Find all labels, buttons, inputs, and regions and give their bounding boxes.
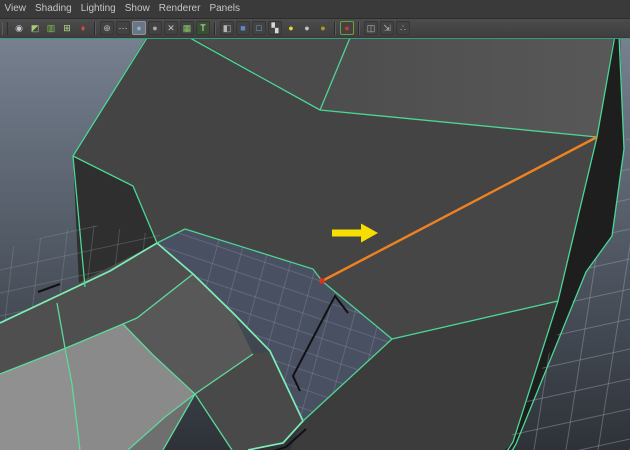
checker-icon-glyph: ▚ — [272, 21, 279, 35]
duplicate-icon[interactable]: ⇲ — [380, 21, 394, 35]
poly-cube-icon-glyph: ◫ — [367, 21, 376, 35]
key-icon[interactable]: ♦ — [76, 21, 90, 35]
viewport-toolbar: ◉ ◩ ▥ ⊞ ♦ ⊕ ⋯ ● ● ✕ ▦ T ◧ ■ □ ▚ ● ● ● ● ◫ ⇲ ∴ — [0, 19, 630, 37]
wire-cube-icon[interactable]: □ — [252, 21, 266, 35]
checker-icon[interactable]: ▚ — [268, 21, 282, 35]
menu-shading[interactable]: Shading — [31, 0, 77, 18]
viewport-canvas[interactable] — [0, 38, 630, 450]
shaded-icon[interactable]: ● — [132, 21, 146, 35]
select-camera-icon-glyph: ◩ — [31, 21, 40, 35]
wire-cube-icon-glyph: □ — [256, 21, 261, 35]
shaded-icon-glyph: ● — [136, 21, 141, 35]
toolbar-separator — [358, 22, 360, 35]
texture-view-icon[interactable]: T — [196, 21, 210, 35]
image-plane-icon-glyph: ▥ — [47, 21, 56, 35]
menu-show[interactable]: Show — [120, 0, 154, 18]
edge-endpoint[interactable] — [320, 279, 325, 284]
image-plane-icon[interactable]: ▥ — [44, 21, 58, 35]
select-camera-icon[interactable]: ◩ — [28, 21, 42, 35]
menu-renderer[interactable]: Renderer — [154, 0, 205, 18]
xray-icon-glyph: ✕ — [167, 21, 175, 35]
light-on-icon-glyph: ● — [288, 21, 293, 35]
flat-shade-icon[interactable]: ● — [148, 21, 162, 35]
points-icon[interactable]: ⋯ — [116, 21, 130, 35]
toolbar-separator — [214, 22, 216, 35]
default-material-icon[interactable]: ◧ — [220, 21, 234, 35]
camera-icon[interactable]: ◉ — [12, 21, 26, 35]
menu-lighting[interactable]: Lighting — [76, 0, 120, 18]
textured-icon-glyph: ▦ — [183, 21, 192, 35]
viewport-menubar: ViewShadingLightingShowRendererPanels — [0, 0, 630, 19]
isolate-select-icon-glyph: ● — [344, 21, 349, 35]
shaded-panel-icon[interactable]: ■ — [236, 21, 250, 35]
isolate-select-icon[interactable]: ● — [340, 21, 354, 35]
shaded-panel-icon-glyph: ■ — [240, 21, 245, 35]
poly-cube-icon[interactable]: ◫ — [364, 21, 378, 35]
duplicate-icon-glyph: ⇲ — [383, 21, 391, 35]
share-nodes-icon[interactable]: ∴ — [396, 21, 410, 35]
toolbar-separator — [334, 22, 336, 35]
light-default-icon[interactable]: ● — [316, 21, 330, 35]
points-icon-glyph: ⋯ — [119, 21, 128, 35]
xray-icon[interactable]: ✕ — [164, 21, 178, 35]
grid-snap-icon[interactable]: ⊞ — [60, 21, 74, 35]
light-on-icon[interactable]: ● — [284, 21, 298, 35]
menu-panels[interactable]: Panels — [205, 0, 245, 18]
light-off-icon-glyph: ● — [304, 21, 309, 35]
toolbar-grip[interactable] — [2, 22, 8, 35]
light-default-icon-glyph: ● — [320, 21, 325, 35]
flat-shade-icon-glyph: ● — [152, 21, 157, 35]
texture-view-icon-glyph: T — [200, 21, 206, 35]
key-icon-glyph: ♦ — [81, 21, 86, 35]
menu-view[interactable]: View — [0, 0, 31, 18]
camera-icon-glyph: ◉ — [15, 21, 23, 35]
grid-snap-icon-glyph: ⊞ — [63, 21, 71, 35]
textured-icon[interactable]: ▦ — [180, 21, 194, 35]
wireframe-icon[interactable]: ⊕ — [100, 21, 114, 35]
toolbar-separator — [94, 22, 96, 35]
default-material-icon-glyph: ◧ — [223, 21, 232, 35]
light-off-icon[interactable]: ● — [300, 21, 314, 35]
wireframe-icon-glyph: ⊕ — [103, 21, 111, 35]
share-nodes-icon-glyph: ∴ — [400, 21, 406, 35]
